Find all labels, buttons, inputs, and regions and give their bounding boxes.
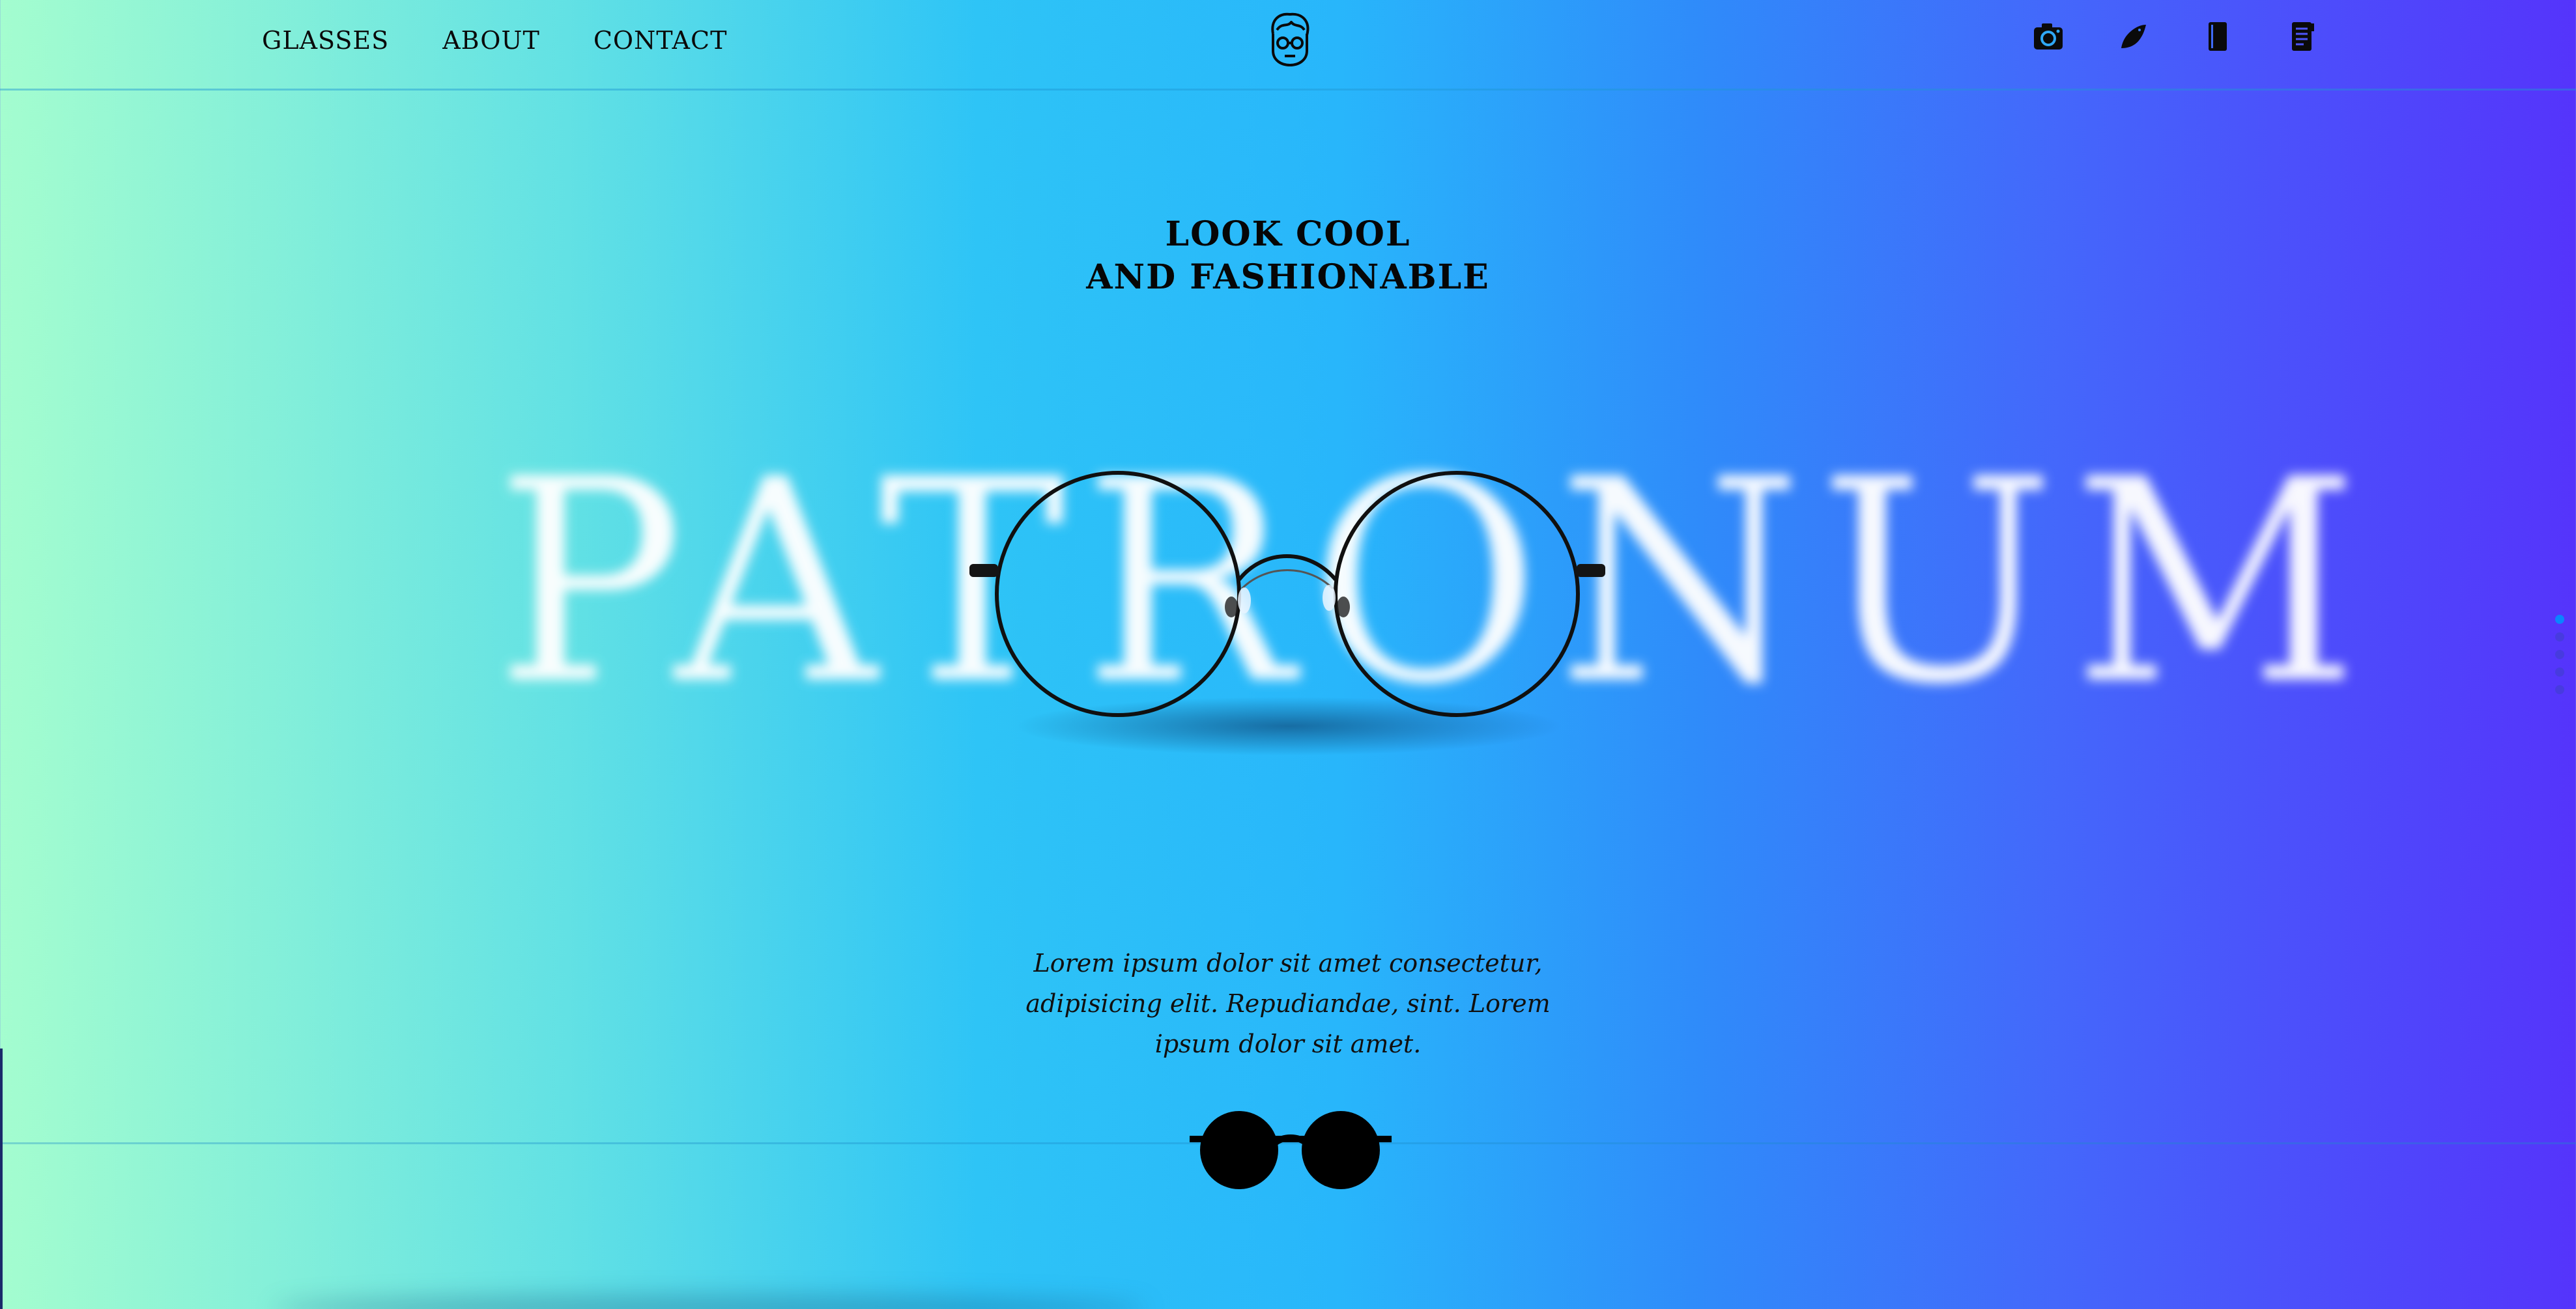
twitter-bird-icon[interactable] bbox=[2116, 20, 2150, 53]
pagination-dot-3[interactable] bbox=[2555, 650, 2564, 659]
document-icon[interactable] bbox=[2285, 20, 2319, 53]
main-nav: GLASSES ABOUT CONTACT bbox=[262, 26, 727, 55]
pagination-dot-1[interactable] bbox=[2555, 615, 2564, 624]
hero-tagline-line-1: LOOK COOL bbox=[1165, 214, 1411, 254]
nav-link-glasses[interactable]: GLASSES bbox=[262, 26, 389, 55]
next-section-shadow bbox=[274, 1296, 1147, 1309]
instagram-camera-icon[interactable] bbox=[2031, 20, 2065, 53]
nav-link-about[interactable]: ABOUT bbox=[442, 26, 540, 55]
hero-tagline: LOOK COOL AND FASHIONABLE bbox=[1027, 213, 1549, 299]
face-with-glasses-icon[interactable] bbox=[1264, 10, 1316, 69]
section-pagination bbox=[2555, 615, 2564, 694]
glasses-scroll-icon[interactable] bbox=[1190, 1107, 1392, 1192]
pagination-dot-5[interactable] bbox=[2555, 685, 2564, 694]
hero-description: Lorem ipsum dolor sit amet consectetur, … bbox=[1025, 949, 1551, 1058]
book-icon[interactable] bbox=[2201, 20, 2235, 53]
pagination-dot-2[interactable] bbox=[2555, 632, 2564, 641]
site-header: GLASSES ABOUT CONTACT bbox=[0, 0, 2576, 91]
left-edge-strip bbox=[0, 1049, 3, 1309]
hero-tagline-line-2: AND FASHIONABLE bbox=[1086, 257, 1490, 297]
social-links bbox=[2031, 20, 2319, 53]
pagination-dot-4[interactable] bbox=[2555, 668, 2564, 677]
round-glasses-image bbox=[969, 471, 1605, 755]
nav-link-contact[interactable]: CONTACT bbox=[594, 26, 728, 55]
